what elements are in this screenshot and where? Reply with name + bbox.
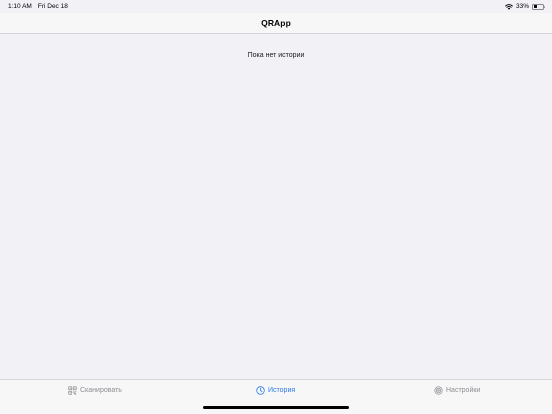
tab-scan[interactable]: Сканировать bbox=[68, 386, 122, 395]
tab-scan-label: Сканировать bbox=[80, 387, 122, 394]
status-left: 1:10 AM Fri Dec 18 bbox=[8, 3, 68, 10]
status-right: 33% bbox=[505, 3, 545, 10]
battery-icon bbox=[532, 3, 545, 10]
page-title: QRApp bbox=[261, 18, 291, 28]
history-content: Пока нет истории bbox=[0, 34, 552, 379]
wifi-icon bbox=[505, 3, 513, 10]
battery-percent: 33% bbox=[515, 3, 529, 10]
tab-settings-label: Настройки bbox=[446, 387, 481, 394]
tab-history[interactable]: История bbox=[256, 386, 295, 395]
navigation-bar: QRApp bbox=[0, 13, 552, 34]
home-indicator[interactable] bbox=[203, 406, 349, 409]
gear-icon bbox=[434, 386, 443, 395]
tab-settings[interactable]: Настройки bbox=[434, 386, 480, 395]
status-date: Fri Dec 18 bbox=[37, 3, 68, 10]
qr-scan-icon bbox=[68, 386, 77, 395]
battery-level bbox=[533, 5, 537, 8]
status-time: 1:10 AM bbox=[8, 3, 32, 10]
status-bar: 1:10 AM Fri Dec 18 33% bbox=[0, 0, 552, 13]
tab-history-label: История bbox=[268, 387, 296, 394]
empty-history-message: Пока нет истории bbox=[247, 52, 305, 59]
clock-icon bbox=[256, 386, 265, 395]
